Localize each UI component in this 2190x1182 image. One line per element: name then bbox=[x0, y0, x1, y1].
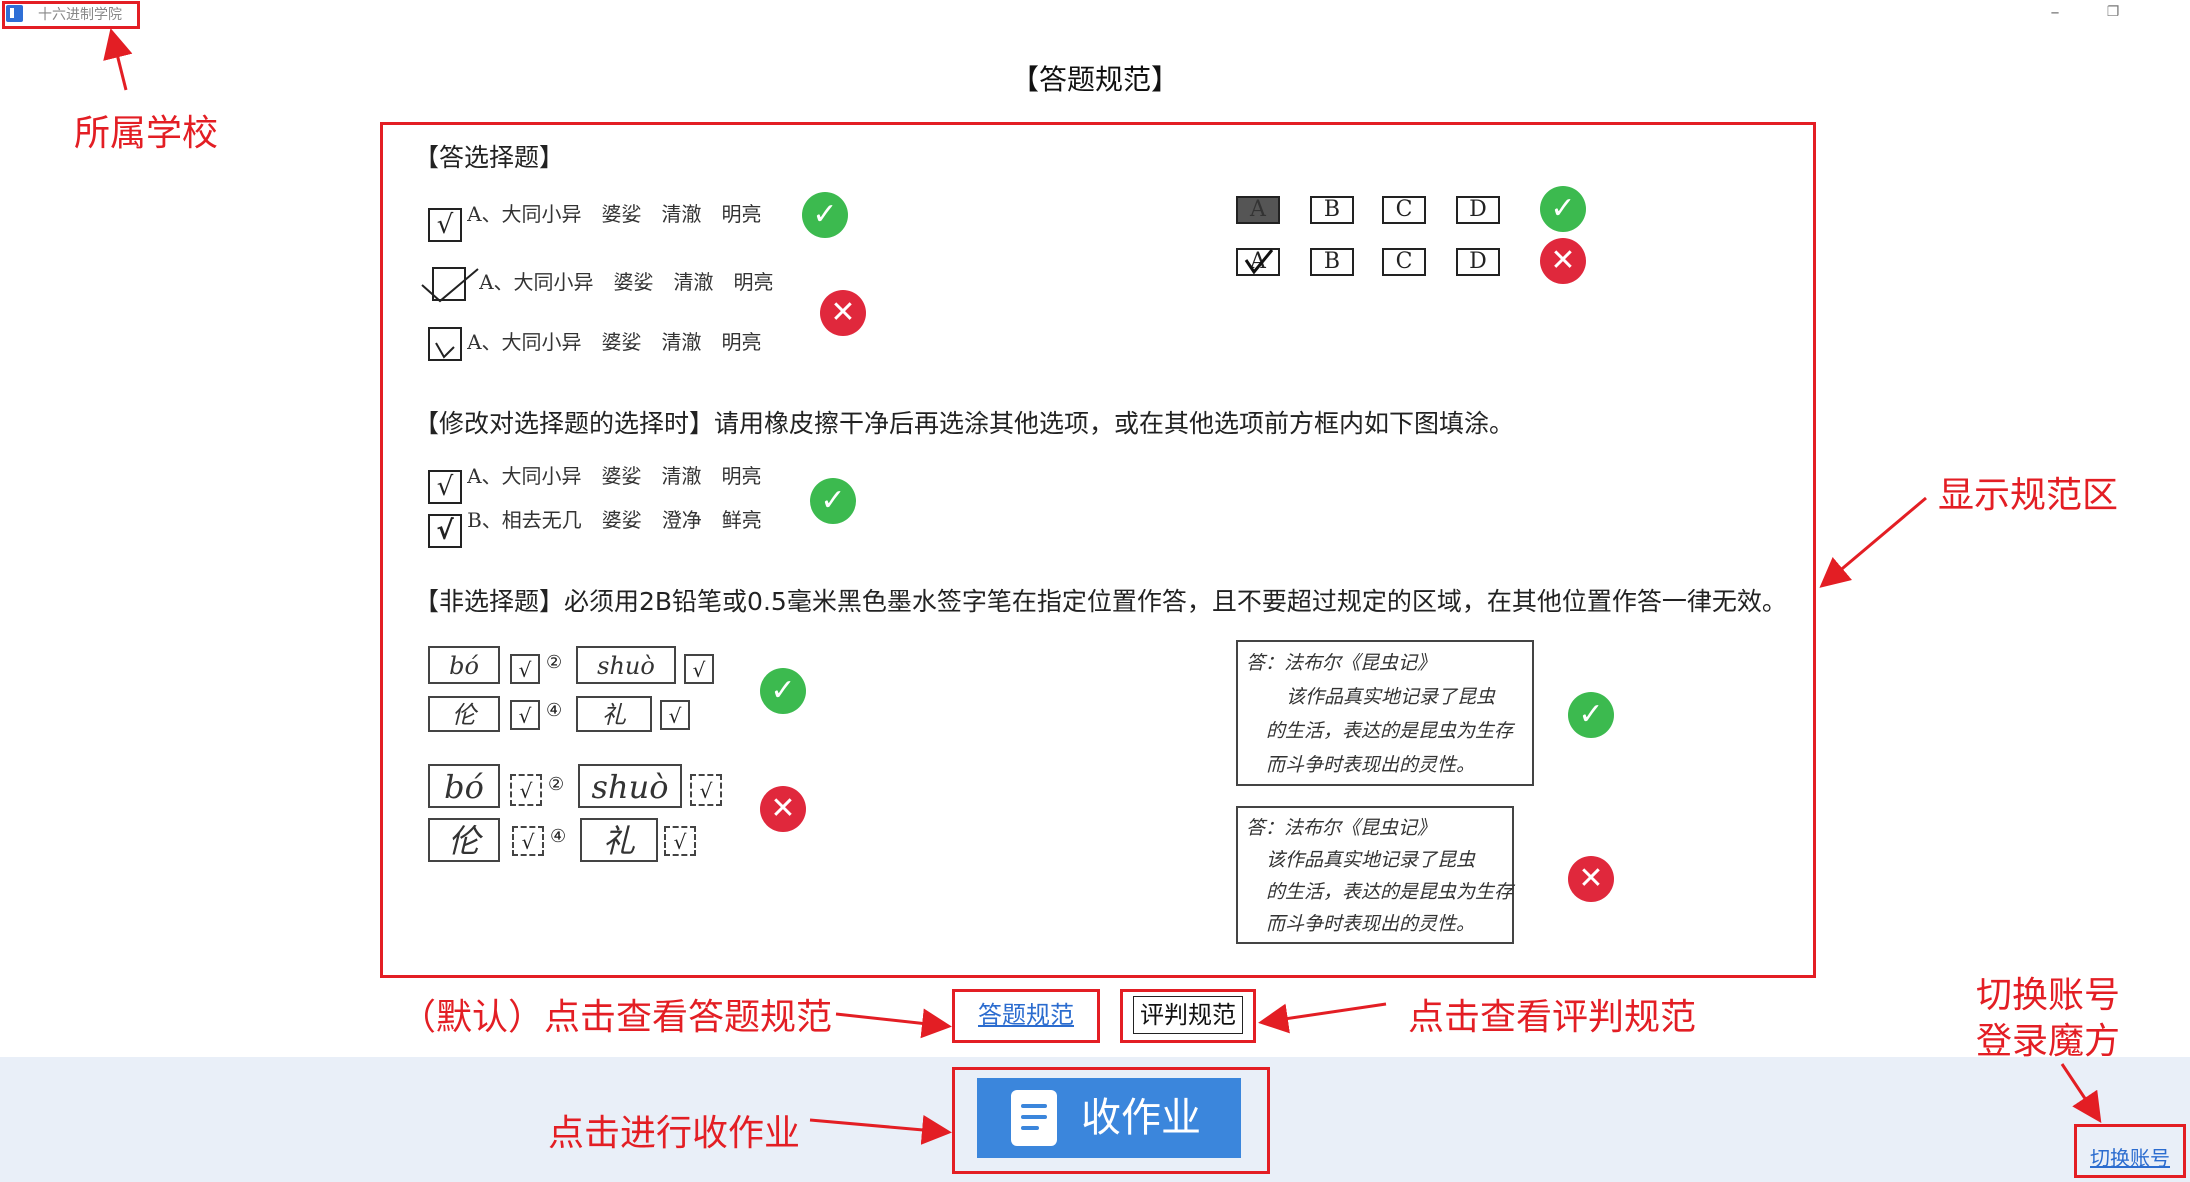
option-box: B bbox=[1310, 248, 1354, 276]
fill-box-overflow: 伦 bbox=[428, 818, 500, 862]
fill-box: 礼 bbox=[576, 696, 652, 732]
essay-answer-correct: 答：法布尔《昆虫记》 该作品真实地记录了昆虫 的生活，表达的是昆虫为生存 而斗争… bbox=[1236, 640, 1534, 786]
annotation-switch-line2: 登录魔方 bbox=[1976, 1021, 2121, 1062]
fill-box-overflow: 礼 bbox=[580, 818, 658, 862]
option-box: B bbox=[1310, 196, 1354, 224]
close-icon[interactable] bbox=[2162, 6, 2178, 22]
choice-heading: 【答选择题】 bbox=[414, 143, 565, 172]
essay-line: 答：法布尔《昆虫记》 bbox=[1246, 652, 1437, 674]
correct-icon: ✓ bbox=[1568, 692, 1614, 738]
essay-line: 该作品真实地记录了昆虫 bbox=[1266, 849, 1476, 871]
modify-row-a: √ A、大同小异 婆娑 清澈 明亮 bbox=[428, 460, 762, 504]
annotation-default-answer: （默认）点击查看答题规范 bbox=[400, 997, 833, 1038]
small-check-icon bbox=[435, 342, 455, 359]
fill-box: 伦 bbox=[428, 696, 500, 732]
collect-homework-button[interactable]: 收作业 bbox=[977, 1078, 1241, 1158]
essay-line: 的生活，表达的是昆虫为生存 bbox=[1266, 881, 1514, 903]
fill-box-overflow: bó bbox=[428, 764, 500, 808]
annotation-spec-area: 显示规范区 bbox=[1938, 475, 2119, 516]
essay-line: 答：法布尔《昆虫记》 bbox=[1246, 817, 1437, 839]
tab-answer-spec[interactable]: 答题规范 bbox=[952, 989, 1100, 1043]
circle-number: ④ bbox=[550, 826, 567, 847]
annotation-collect: 点击进行收作业 bbox=[548, 1113, 801, 1154]
annotation-school: 所属学校 bbox=[74, 113, 219, 154]
essay-line: 而斗争时表现出的灵性。 bbox=[1266, 913, 1476, 935]
answer-checkbox bbox=[428, 327, 462, 361]
correct-icon: ✓ bbox=[760, 668, 806, 714]
check-box: √ bbox=[660, 700, 690, 730]
modify-row-b: √ B、相去无几 婆娑 澄净 鲜亮 bbox=[428, 504, 762, 548]
option-box: D bbox=[1456, 196, 1500, 224]
wrong-icon: ✕ bbox=[820, 290, 866, 336]
switch-account-link[interactable]: 切换账号 bbox=[2090, 1142, 2170, 1171]
tab-judge-spec-label: 评判规范 bbox=[1133, 996, 1243, 1034]
fill-box-overflow: shuò bbox=[578, 764, 682, 808]
circle-number: ④ bbox=[546, 700, 563, 721]
correct-icon: ✓ bbox=[1540, 186, 1586, 232]
tab-answer-spec-label: 答题规范 bbox=[978, 1001, 1074, 1029]
choice-row-wrong-2: A、大同小异 婆娑 清澈 明亮 bbox=[428, 326, 762, 365]
option-box: D bbox=[1456, 248, 1500, 276]
check-box: √ bbox=[690, 774, 722, 806]
correct-icon: ✓ bbox=[802, 192, 848, 238]
option-box: C bbox=[1382, 196, 1426, 224]
check-box: √ bbox=[510, 654, 540, 684]
restore-icon[interactable]: ❐ bbox=[2098, 4, 2128, 20]
title-bar bbox=[0, 0, 2190, 34]
school-name: 十六进制学院 bbox=[38, 7, 122, 23]
nonchoice-heading: 【非选择题】必须用2B铅笔或0.5毫米黑色墨水签字笔在指定位置作答，且不要超过规… bbox=[414, 587, 1787, 616]
fill-box: shuò bbox=[576, 646, 676, 684]
fill-box: bó bbox=[428, 646, 500, 684]
page-title: 【答题规范】 bbox=[1010, 63, 1179, 96]
essay-line: 该作品真实地记录了昆虫 bbox=[1286, 686, 1496, 708]
check-over-option-icon bbox=[1244, 249, 1274, 275]
choice-text: A、大同小异 婆娑 清澈 明亮 bbox=[467, 330, 762, 354]
check-box: √ bbox=[512, 826, 544, 856]
answer-checkbox: √ bbox=[428, 514, 462, 548]
wrong-icon: ✕ bbox=[1540, 238, 1586, 284]
check-box: √ bbox=[510, 774, 542, 806]
minimize-icon[interactable]: – bbox=[2040, 2, 2070, 23]
circle-number: ② bbox=[548, 774, 565, 795]
check-box: √ bbox=[510, 700, 540, 730]
correct-icon: ✓ bbox=[810, 478, 856, 524]
essay-line: 的生活，表达的是昆虫为生存 bbox=[1266, 720, 1514, 742]
wrong-icon: ✕ bbox=[1568, 856, 1614, 902]
circle-number: ② bbox=[546, 652, 563, 673]
tab-judge-spec[interactable]: 评判规范 bbox=[1120, 989, 1256, 1043]
annotation-view-judge: 点击查看评判规范 bbox=[1408, 997, 1697, 1038]
essay-answer-overflow: 答：法布尔《昆虫记》 该作品真实地记录了昆虫 的生活，表达的是昆虫为生存 而斗争… bbox=[1236, 806, 1514, 944]
choice-text: A、大同小异 婆娑 清澈 明亮 bbox=[467, 464, 762, 488]
oversized-check-icon bbox=[421, 268, 479, 303]
modify-heading: 【修改对选择题的选择时】请用橡皮擦干净后再选涂其他选项，或在其他选项前方框内如下… bbox=[414, 409, 1515, 438]
choice-text: A、大同小异 婆娑 清澈 明亮 bbox=[467, 202, 762, 226]
choice-text: A、大同小异 婆娑 清澈 明亮 bbox=[479, 270, 774, 294]
option-box-filled: A bbox=[1236, 196, 1280, 224]
check-box: √ bbox=[664, 826, 696, 856]
answer-checkbox: √ bbox=[428, 208, 462, 242]
answer-checkbox bbox=[421, 267, 479, 303]
option-box: C bbox=[1382, 248, 1426, 276]
collect-homework-label: 收作业 bbox=[1081, 1095, 1201, 1141]
essay-line: 而斗争时表现出的灵性。 bbox=[1266, 754, 1476, 776]
wrong-icon: ✕ bbox=[760, 786, 806, 832]
annotation-switch-line1: 切换账号 bbox=[1976, 975, 2121, 1016]
choice-row-wrong-1: A、大同小异 婆娑 清澈 明亮 bbox=[421, 266, 774, 305]
choice-row-correct: √ A、大同小异 婆娑 清澈 明亮 bbox=[428, 198, 762, 242]
choice-text: B、相去无几 婆娑 澄净 鲜亮 bbox=[467, 508, 762, 532]
answer-checkbox: √ bbox=[428, 470, 462, 504]
check-box: √ bbox=[684, 654, 714, 684]
document-icon bbox=[1011, 1090, 1057, 1146]
